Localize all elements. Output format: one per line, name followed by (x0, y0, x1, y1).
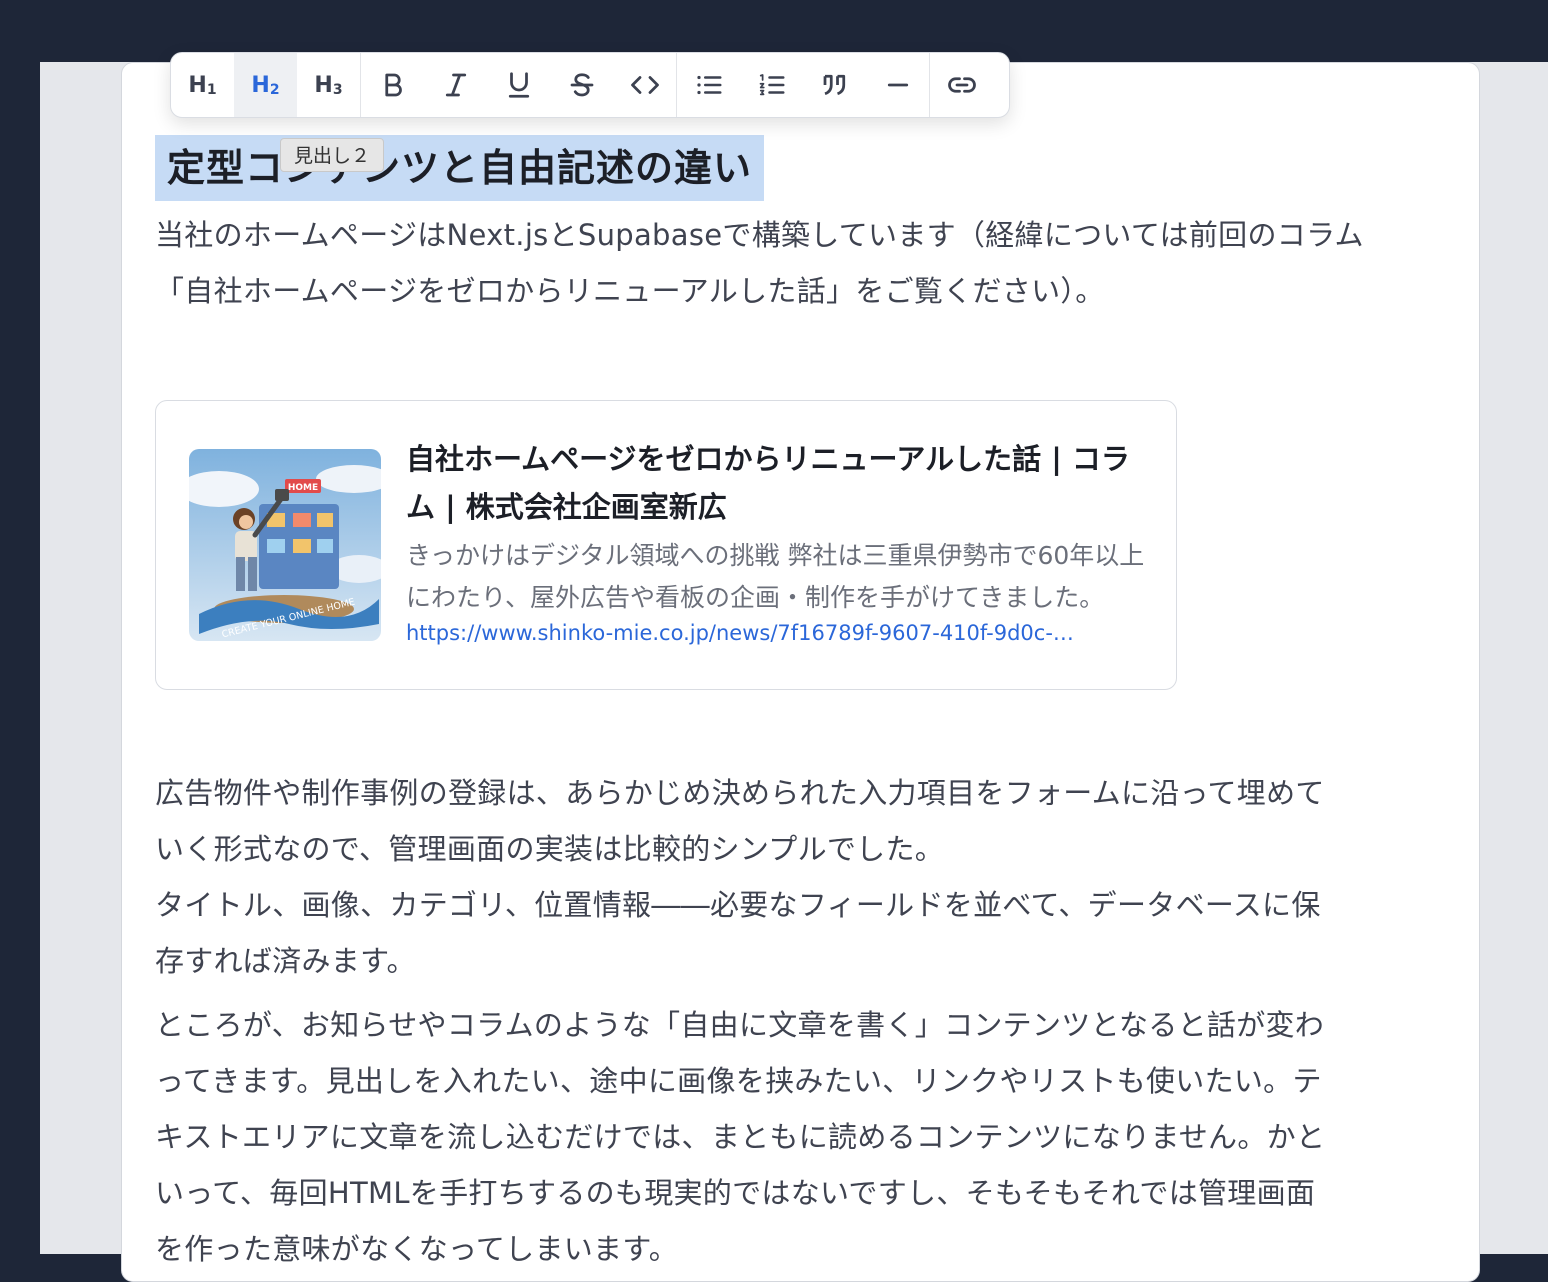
heading-2-label: H2 (251, 72, 280, 98)
paragraph-2-line-4: 存すれば済みます。 (155, 944, 416, 978)
heading-1-label: H1 (188, 72, 217, 98)
link-card[interactable]: HOME CREATE YOUR ONLINE HOME 自社ホームページをゼロ… (155, 400, 1177, 690)
heading-2-button[interactable]: H2 (234, 53, 297, 117)
code-icon (630, 76, 659, 94)
paragraph-2-line-2: いく形式なので、管理画面の実装は比較的シンプルでした。 (155, 832, 945, 866)
heading-3-label: H3 (314, 72, 343, 98)
paragraph-3-line-1: ところが、お知らせやコラムのような「自由に文章を書く」コンテンツとなると話が変わ (155, 1008, 1325, 1042)
quote-icon (823, 74, 845, 96)
svg-text:HOME: HOME (288, 483, 318, 493)
link-group (930, 53, 993, 117)
intro-paragraph[interactable]: 当社のホームページはNext.jsとSupabaseで構築しています（経緯につい… (155, 207, 1455, 319)
heading-2-tooltip: 見出し２ (280, 138, 385, 172)
heading-3-button[interactable]: H3 (297, 53, 360, 117)
link-card-url[interactable]: https://www.shinko-mie.co.jp/news/7f1678… (406, 616, 1146, 650)
italic-icon (445, 73, 466, 97)
link-icon (947, 77, 976, 93)
blockquote-button[interactable] (803, 53, 866, 117)
bold-icon (384, 73, 402, 97)
paragraph-3-line-2: ってきます。見出しを入れたい、途中に画像を挟みたい、リンクやリストも使いたい。テ (155, 1064, 1322, 1098)
ordered-list-button[interactable] (740, 53, 803, 117)
bullet-list-icon (696, 75, 721, 95)
link-card-title[interactable]: 自社ホームページをゼロからリニューアルした話 | コラム | 株式会社企画室新広 (406, 435, 1146, 531)
code-button[interactable] (613, 53, 676, 117)
intro-line-1: 当社のホームページはNext.jsとSupabaseで構築しています（経緯につい… (155, 218, 1364, 252)
bullet-list-button[interactable] (677, 53, 740, 117)
strikethrough-button[interactable] (550, 53, 613, 117)
strikethrough-icon (570, 73, 593, 97)
intro-line-2: 「自社ホームページをゼロからリニューアルした話」をご覧ください）。 (155, 274, 1105, 308)
formatting-toolbar: H1 H2 H3 (170, 52, 1010, 118)
paragraph-3-line-4: いって、毎回HTMLを手打ちするのも現実的ではないですし、そもそもそれでは管理画… (155, 1176, 1316, 1210)
illustration-image: HOME CREATE YOUR ONLINE HOME (189, 449, 381, 641)
inline-format-group (361, 53, 677, 117)
horizontal-rule-button[interactable] (866, 53, 929, 117)
block-format-group (677, 53, 930, 117)
ordered-list-icon (759, 74, 784, 96)
link-card-description: きっかけはデジタル領域への挑戦 弊社は三重県伊勢市で60年以上にわたり、屋外広告… (406, 541, 1145, 612)
paragraph-3-line-3: キストエリアに文章を流し込むだけでは、まともに読めるコンテンツになりません。かと (155, 1120, 1326, 1154)
underline-button[interactable] (487, 53, 550, 117)
link-card-thumbnail: HOME CREATE YOUR ONLINE HOME (189, 449, 381, 641)
heading-group: H1 H2 H3 (171, 53, 361, 117)
paragraph-2-line-3: タイトル、画像、カテゴリ、位置情報――必要なフィールドを並べて、データベースに保 (155, 888, 1321, 922)
heading-1-button[interactable]: H1 (171, 53, 234, 117)
underline-icon (508, 72, 529, 98)
italic-button[interactable] (424, 53, 487, 117)
selected-heading[interactable]: 定型コンテンツと自由記述の違い (155, 135, 765, 201)
editor-panel[interactable]: 定型コンテンツと自由記述の違い 当社のホームページはNext.jsとSupaba… (121, 62, 1480, 1282)
paragraph-2[interactable]: 広告物件や制作事例の登録は、あらかじめ決められた入力項目をフォームに沿って埋めて… (155, 765, 1445, 989)
paragraph-2-line-1: 広告物件や制作事例の登録は、あらかじめ決められた入力項目をフォームに沿って埋めて (155, 776, 1325, 810)
body-paragraphs[interactable]: 広告物件や制作事例の登録は、あらかじめ決められた入力項目をフォームに沿って埋めて… (155, 765, 1445, 1277)
link-button[interactable] (930, 53, 993, 117)
horizontal-rule-icon (887, 83, 908, 87)
paragraph-3[interactable]: ところが、お知らせやコラムのような「自由に文章を書く」コンテンツとなると話が変わ… (155, 997, 1445, 1277)
paragraph-3-line-5: を作った意味がなくなってしまいます。 (155, 1232, 679, 1266)
bold-button[interactable] (361, 53, 424, 117)
